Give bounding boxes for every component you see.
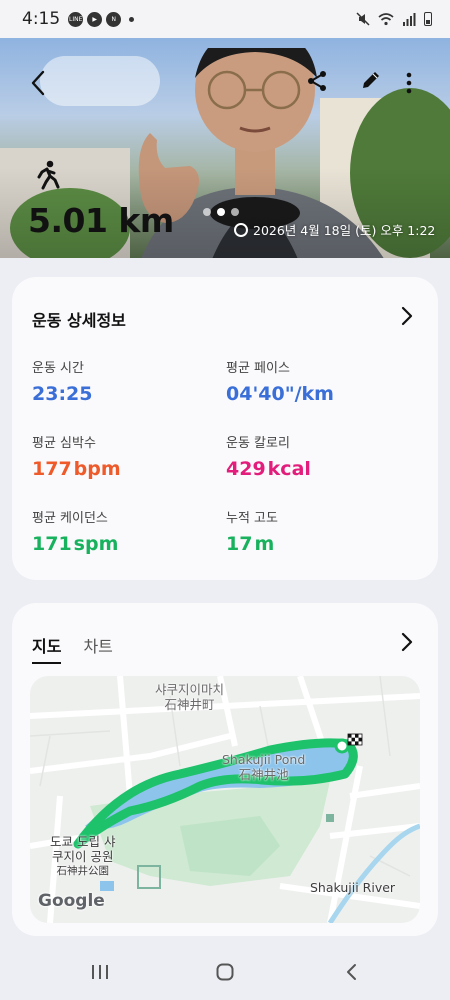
chevron-right-icon[interactable]	[400, 305, 414, 327]
map-label-pond: Shakujii Pond 石神井池	[222, 752, 306, 782]
tab-map[interactable]: 지도	[32, 633, 62, 664]
wifi-icon	[378, 12, 394, 25]
stat-value: 23:25	[32, 383, 93, 405]
distance-value: 5.01 km	[28, 201, 174, 240]
system-navigation-bar	[0, 945, 450, 1000]
more-notifications-icon	[129, 16, 135, 22]
edit-pencil-icon[interactable]	[360, 68, 382, 92]
stat-average-heart-rate: 평균 심박수 177 bpm	[32, 432, 121, 480]
battery-icon	[424, 12, 432, 26]
stat-value: 17 m	[226, 533, 275, 555]
stat-label: 평균 심박수	[32, 436, 96, 451]
stat-label: 평균 케이던스	[32, 511, 108, 526]
home-icon[interactable]	[216, 963, 234, 981]
workout-date-text: 2026년 4월 18일 (토) 오후 1:22	[253, 223, 436, 238]
signal-icon	[403, 12, 416, 26]
youtube-notification-icon: ▶	[87, 11, 103, 27]
map-label-river: Shakujii River	[310, 880, 396, 895]
stat-label: 누적 고도	[226, 511, 278, 526]
photo-pager-dots	[203, 208, 239, 216]
stat-average-cadence: 평균 케이던스 171 spm	[32, 507, 118, 555]
map-label-district: 샤쿠지이마치 石神井町	[155, 682, 225, 712]
stat-average-pace: 평균 페이스 04'40"/km	[226, 357, 334, 405]
route-map-card: 지도 차트 샤쿠지이마치 石神井町 Shakujii Pond 石神井池 도쿄 …	[12, 603, 438, 936]
stat-calories: 운동 칼로리 429 kcal	[226, 432, 311, 480]
chevron-right-icon[interactable]	[400, 631, 414, 653]
tab-chart[interactable]: 차트	[83, 633, 112, 664]
stat-workout-time: 운동 시간 23:25	[32, 357, 92, 405]
stat-label: 운동 시간	[32, 361, 84, 376]
line-notification-icon: LINE	[68, 11, 84, 27]
recent-apps-icon[interactable]	[91, 963, 109, 981]
stat-value: 429 kcal	[226, 458, 311, 480]
google-logo: Google	[38, 891, 105, 911]
clock-icon	[234, 222, 248, 237]
back-arrow-icon[interactable]	[28, 68, 50, 98]
stat-label: 평균 페이스	[226, 361, 290, 376]
stat-value: 171 spm	[32, 533, 119, 555]
details-title: 운동 상세정보	[32, 311, 126, 330]
stat-value: 177 bpm	[32, 458, 121, 480]
status-bar: 4:15 LINE ▶ N	[0, 0, 450, 38]
more-options-icon[interactable]	[404, 72, 414, 94]
workout-date: 2026년 4월 18일 (토) 오후 1:22	[234, 220, 435, 239]
stat-label: 운동 칼로리	[226, 436, 290, 451]
news-notification-icon: N	[106, 11, 122, 27]
running-icon	[37, 160, 60, 190]
back-nav-icon[interactable]	[344, 963, 358, 981]
route-map[interactable]: 샤쿠지이마치 石神井町 Shakujii Pond 石神井池 도쿄 도립 샤 쿠…	[30, 676, 420, 923]
map-chart-tabs: 지도 차트	[32, 633, 113, 664]
stat-value: 04'40"/km	[226, 383, 334, 405]
mute-icon	[356, 12, 370, 26]
status-time: 4:15	[22, 9, 61, 29]
stat-elevation-gain: 누적 고도 17 m	[226, 507, 278, 555]
workout-details-card[interactable]: 운동 상세정보 운동 시간 23:25 평균 페이스 04'40"/km 평균 …	[12, 277, 438, 580]
share-icon[interactable]	[306, 70, 328, 92]
map-label-park: 도쿄 도립 샤 쿠지이 공원 石神井公園	[50, 834, 116, 877]
workout-photo-header: 5.01 km 2026년 4월 18일 (토) 오후 1:22	[0, 38, 450, 258]
